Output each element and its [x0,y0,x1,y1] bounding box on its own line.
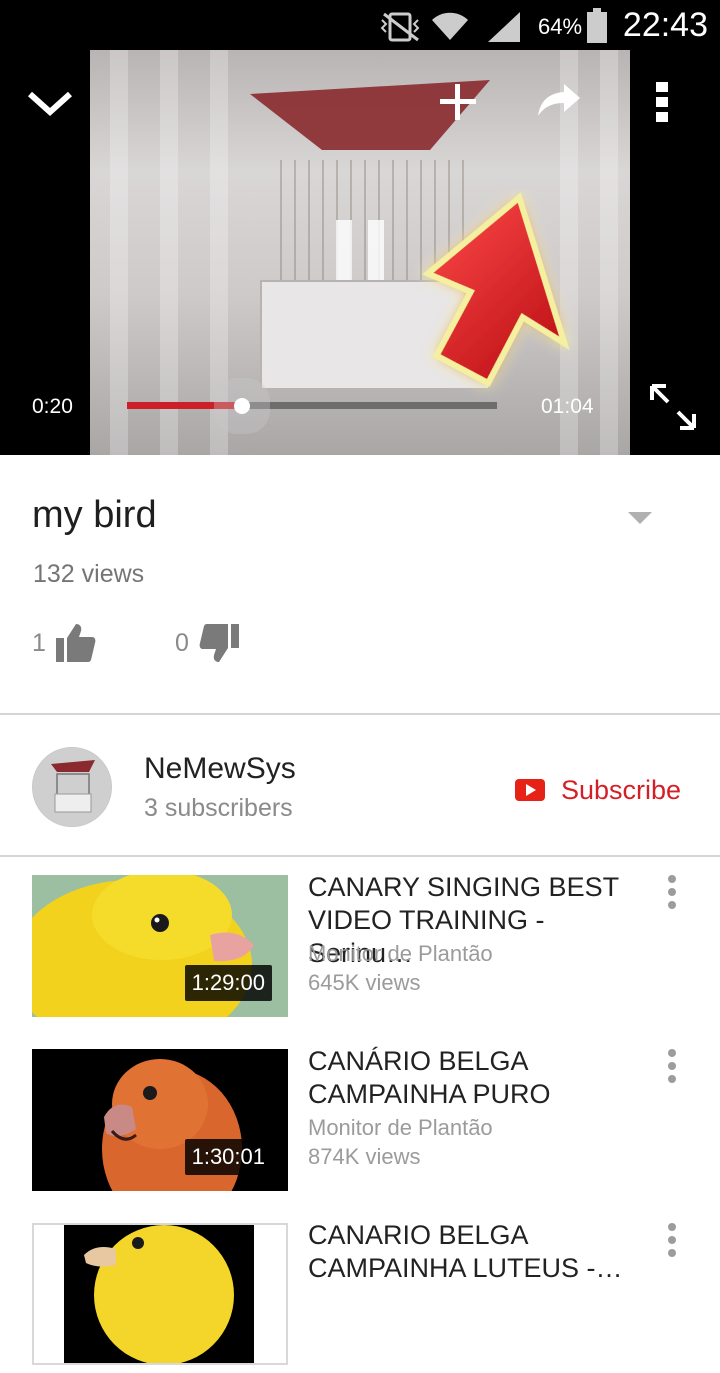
channel-avatar[interactable] [32,747,112,827]
current-time: 0:20 [32,395,73,418]
related-video-title[interactable]: CANARIO BELGA CAMPAINHA LUTEUS -… [308,1219,653,1285]
signal-icon [488,12,520,42]
seek-handle[interactable] [233,398,250,414]
clock: 22:43 [622,6,708,44]
mute-vibrate-icon [380,12,420,42]
video-duration-badge: 1:30:01 [184,1139,272,1175]
video-player[interactable]: 0:20 01:04 [0,50,720,455]
subscribe-label: Subscribe [561,774,682,805]
red-arrow-annotation [422,192,570,388]
like-button[interactable]: 1 [32,618,96,668]
video-duration: 01:04 [541,395,594,418]
more-vert-icon[interactable] [654,80,670,124]
status-bar: 64% 22:43 [0,0,720,50]
thumb-down-icon [199,624,239,662]
canary-thumbnail-image [34,1225,286,1363]
dislike-button[interactable]: 0 [175,618,239,668]
divider [0,855,720,857]
dislike-count: 0 [175,628,189,657]
video-thumbnail[interactable] [32,1223,288,1365]
thumb-up-icon [55,624,96,662]
video-title: my bird [32,494,157,536]
pause-icon[interactable] [334,218,388,282]
related-video-item[interactable]: 1:30:01 CANÁRIO BELGA CAMPAINHA PURO Mon… [0,1046,720,1199]
subscribe-button[interactable]: Subscribe [515,770,681,810]
fullscreen-icon[interactable] [650,384,696,430]
seek-bar-played [127,402,242,409]
related-video-item[interactable]: 1:29:00 CANARY SINGING BEST VIDEO TRAINI… [0,872,720,1025]
more-options-button[interactable] [660,875,684,915]
channel-name[interactable]: NeMewSys [144,752,296,786]
share-icon[interactable] [536,82,582,118]
video-thumbnail[interactable]: 1:30:01 [32,1049,288,1191]
youtube-logo-icon [515,779,545,801]
subscriber-count: 3 subscribers [144,794,293,822]
related-video-title[interactable]: CANÁRIO BELGA CAMPAINHA PURO [308,1045,653,1111]
related-video-item[interactable]: CANARIO BELGA CAMPAINHA LUTEUS -… [0,1220,720,1373]
seek-bar[interactable] [127,398,497,414]
related-video-views: 874K views [308,1144,421,1169]
avatar-image [33,748,111,826]
like-count: 1 [32,628,46,657]
more-options-button[interactable] [660,1049,684,1089]
battery-percent: 64% [538,14,583,39]
view-count: 132 views [33,560,145,588]
battery-icon [587,8,607,43]
divider [0,713,720,715]
related-video-views: 645K views [308,970,421,995]
video-duration-badge: 1:29:00 [184,965,272,1001]
video-thumbnail[interactable]: 1:29:00 [32,875,288,1017]
related-video-channel: Monitor de Plantão [308,941,493,966]
more-options-button[interactable] [660,1223,684,1263]
minimize-chevron-icon[interactable] [26,88,74,118]
add-to-playlist-icon[interactable] [438,82,478,122]
expand-description-icon[interactable] [628,512,652,524]
wifi-icon [432,12,468,40]
related-video-channel: Monitor de Plantão [308,1115,493,1140]
